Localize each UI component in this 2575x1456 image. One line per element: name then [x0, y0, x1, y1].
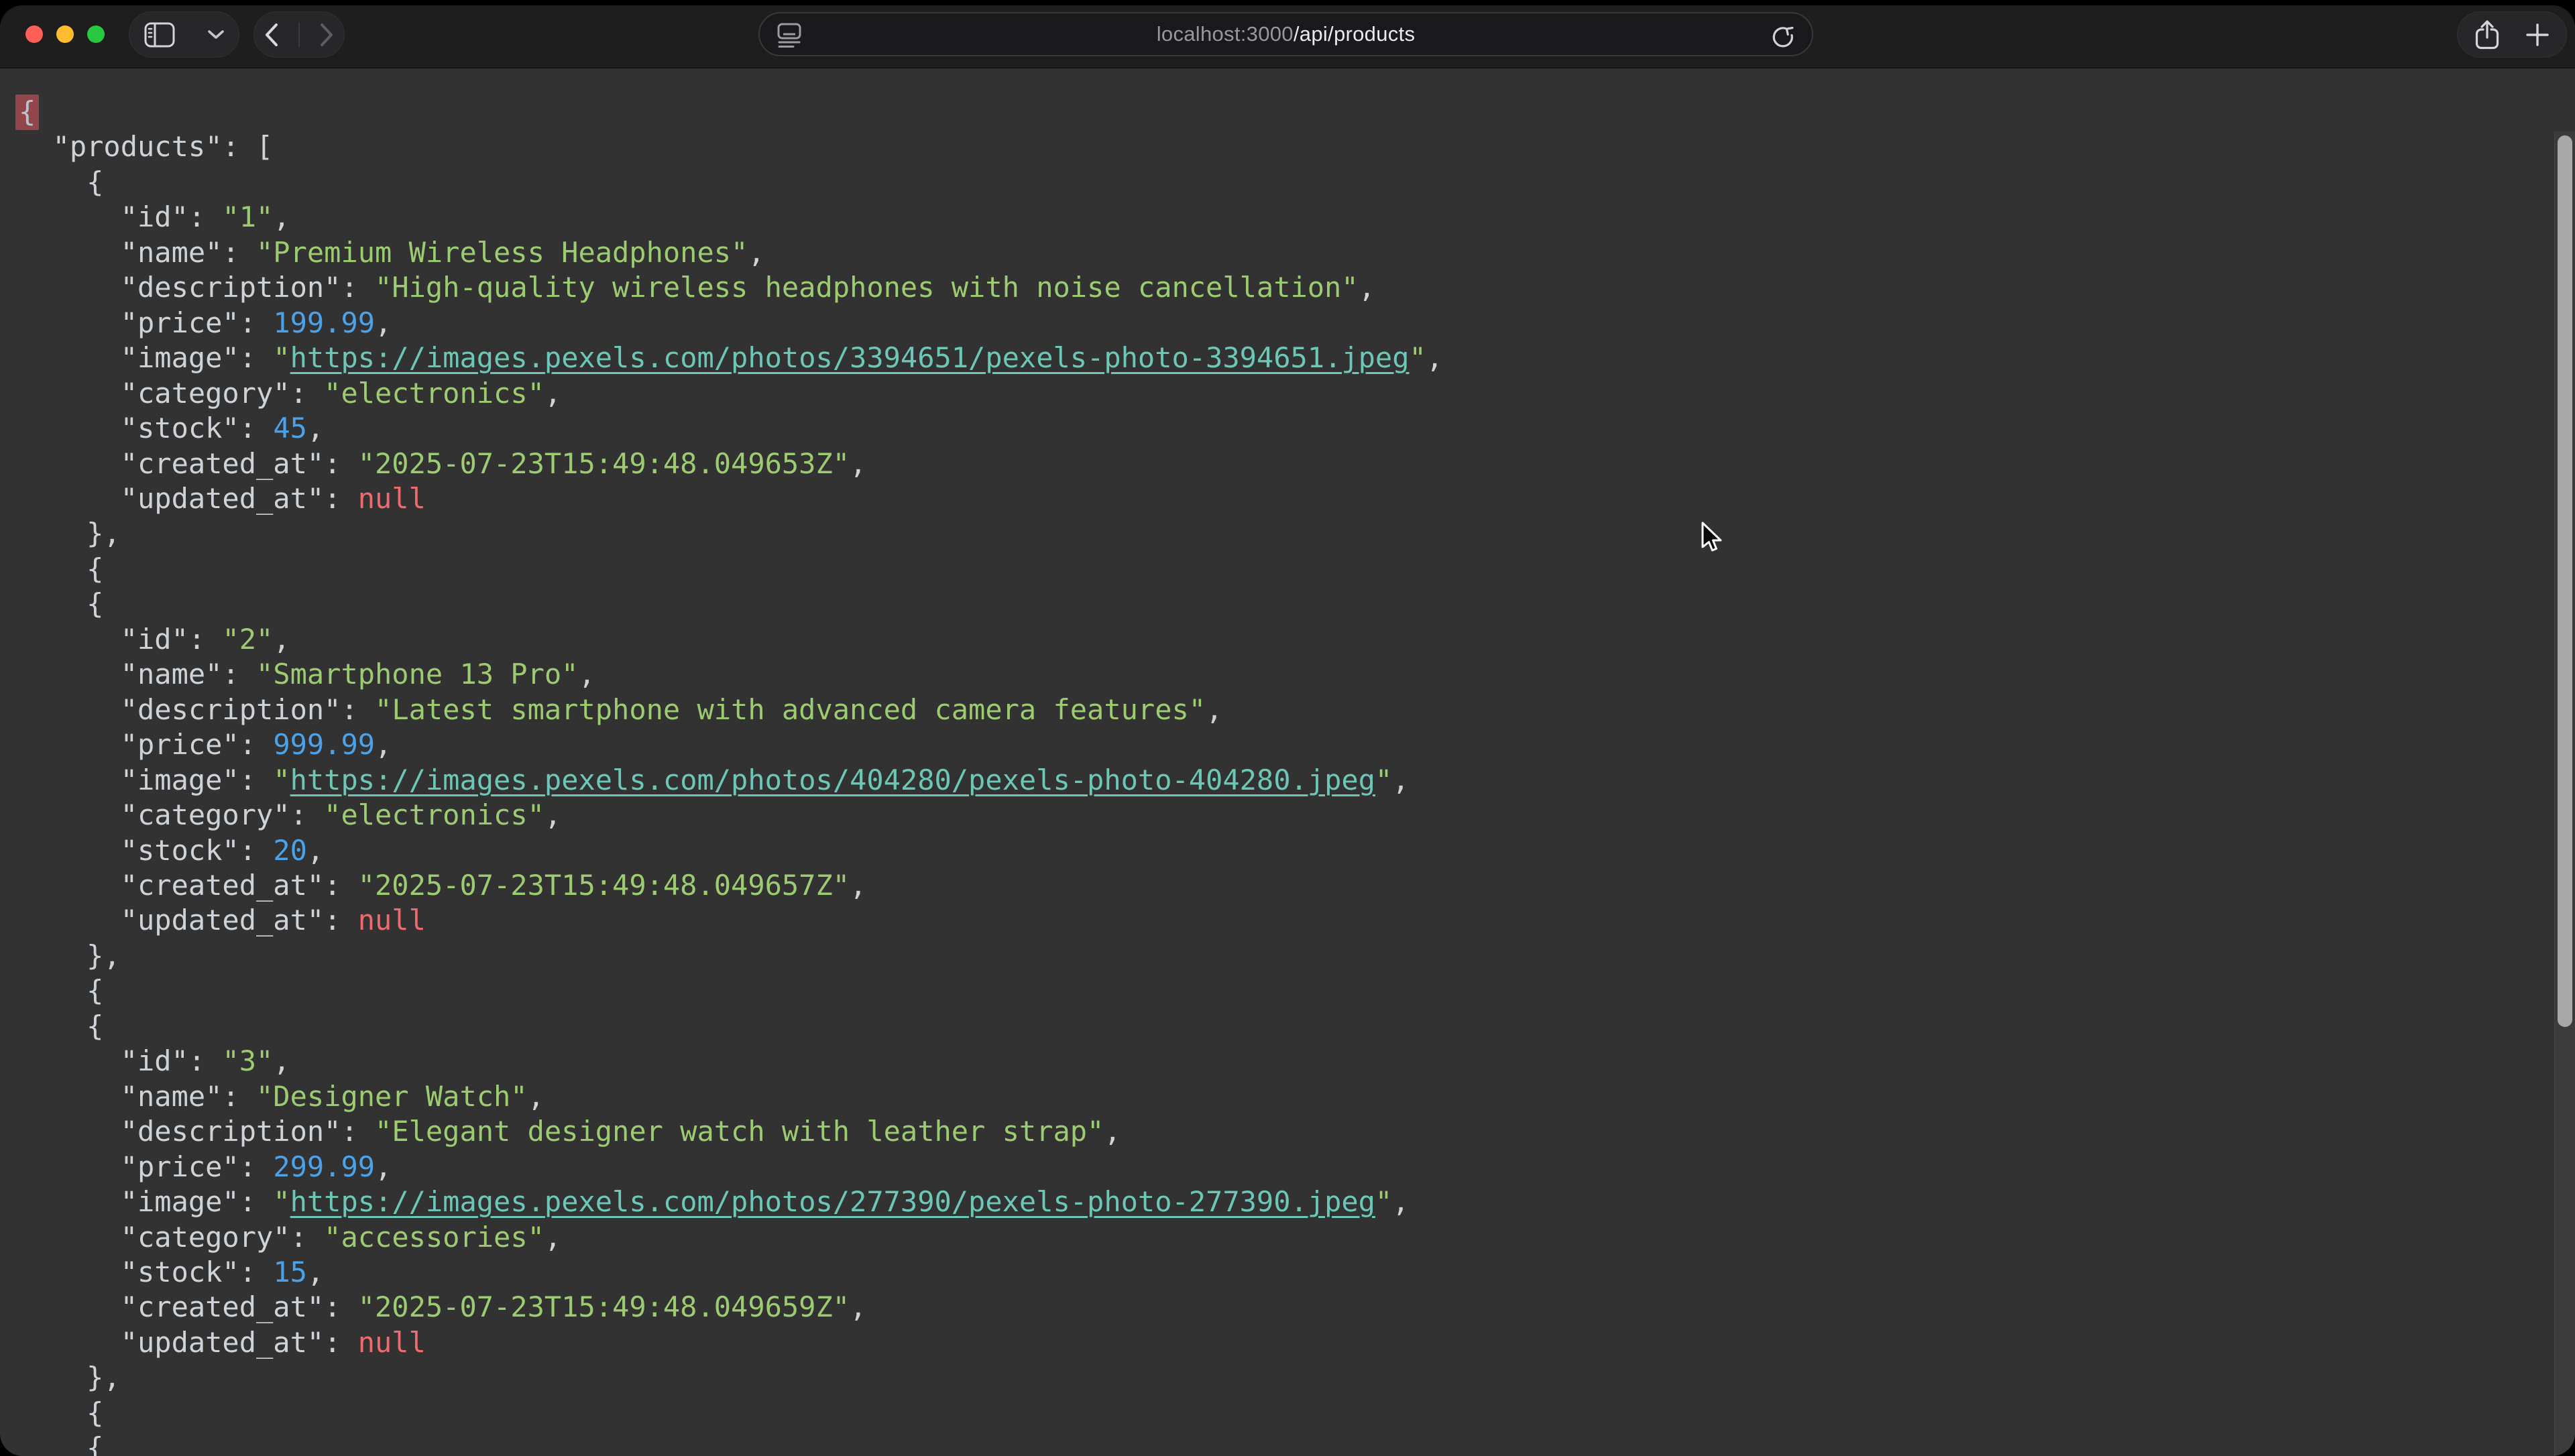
code-line: "id": "3",	[19, 1044, 2528, 1079]
code-line: {	[19, 165, 2528, 200]
traffic-light-close[interactable]	[25, 25, 43, 43]
url-host: localhost:3000	[1157, 22, 1294, 46]
code-line: "image": "https://images.pexels.com/phot…	[19, 1185, 2528, 1219]
code-line: {	[19, 587, 2528, 621]
browser-toolbar: localhost:3000/api/products	[0, 5, 2575, 68]
code-line: "stock": 15,	[19, 1255, 2528, 1290]
image-url-link[interactable]: https://images.pexels.com/photos/404280/…	[290, 764, 1375, 796]
code-line: "created_at": "2025-07-23T15:49:48.04965…	[19, 446, 2528, 481]
share-icon[interactable]	[2475, 19, 2499, 50]
code-line: "name": "Smartphone 13 Pro",	[19, 657, 2528, 692]
code-line: "price": 999.99,	[19, 727, 2528, 762]
url-path: /api/products	[1294, 22, 1415, 46]
image-url-link[interactable]: https://images.pexels.com/photos/277390/…	[290, 1185, 1375, 1218]
image-url-link[interactable]: https://images.pexels.com/photos/3394651…	[290, 341, 1410, 374]
scrollbar-thumb[interactable]	[2558, 135, 2572, 1027]
code-line: {	[19, 95, 2528, 129]
code-line: "description": "Elegant designer watch w…	[19, 1114, 2528, 1149]
reload-icon[interactable]	[1769, 22, 1797, 50]
traffic-light-minimize[interactable]	[56, 25, 74, 43]
address-bar[interactable]: localhost:3000/api/products	[758, 12, 1813, 56]
page-icon[interactable]	[776, 23, 803, 48]
forward-icon[interactable]	[319, 23, 334, 47]
code-line: "created_at": "2025-07-23T15:49:48.04965…	[19, 1290, 2528, 1325]
code-line: {	[19, 973, 2528, 1008]
code-line: {	[19, 552, 2528, 587]
code-line: "stock": 20,	[19, 833, 2528, 868]
code-line: "category": "electronics",	[19, 376, 2528, 411]
sidebar-icon	[144, 22, 175, 48]
back-icon[interactable]	[264, 23, 279, 47]
traffic-light-zoom[interactable]	[87, 25, 105, 43]
code-line: "updated_at": null	[19, 481, 2528, 516]
nav-button-group	[253, 11, 345, 58]
page-content: { "products": [ { "id": "1", "name": "Pr…	[0, 68, 2575, 1456]
code-line: "name": "Premium Wireless Headphones",	[19, 235, 2528, 270]
scrollbar[interactable]	[2554, 131, 2575, 1456]
code-line: "created_at": "2025-07-23T15:49:48.04965…	[19, 868, 2528, 903]
code-line: "category": "electronics",	[19, 798, 2528, 833]
code-line: {	[19, 1396, 2528, 1431]
code-line: "category": "accessories",	[19, 1220, 2528, 1255]
code-line: "description": "Latest smartphone with a…	[19, 692, 2528, 727]
code-line: "id": "1",	[19, 200, 2528, 235]
code-line: "stock": 45,	[19, 411, 2528, 446]
code-line: "products": [	[19, 129, 2528, 164]
code-line: {	[19, 1009, 2528, 1044]
code-line: "image": "https://images.pexels.com/phot…	[19, 341, 2528, 375]
code-line: "price": 199.99,	[19, 306, 2528, 341]
code-line: "price": 299.99,	[19, 1150, 2528, 1185]
code-line: },	[19, 938, 2528, 973]
sidebar-toggle-button[interactable]	[129, 11, 239, 58]
json-response-view: { "products": [ { "id": "1", "name": "Pr…	[19, 95, 2528, 1456]
code-line: "updated_at": null	[19, 1325, 2528, 1360]
toolbar-actions-group	[2457, 11, 2567, 58]
code-line: },	[19, 516, 2528, 551]
url-text: localhost:3000/api/products	[760, 22, 1812, 46]
nav-divider	[298, 22, 300, 48]
code-line: {	[19, 1431, 2528, 1456]
code-line: },	[19, 1360, 2528, 1395]
code-line: "description": "High-quality wireless he…	[19, 270, 2528, 305]
code-line: "updated_at": null	[19, 903, 2528, 938]
code-line: "name": "Designer Watch",	[19, 1079, 2528, 1114]
safari-window: localhost:3000/api/products { "products"…	[0, 5, 2575, 1456]
new-tab-icon[interactable]	[2526, 23, 2549, 46]
code-line: "image": "https://images.pexels.com/phot…	[19, 763, 2528, 798]
code-line: "id": "2",	[19, 622, 2528, 657]
chevron-down-icon	[208, 30, 224, 40]
